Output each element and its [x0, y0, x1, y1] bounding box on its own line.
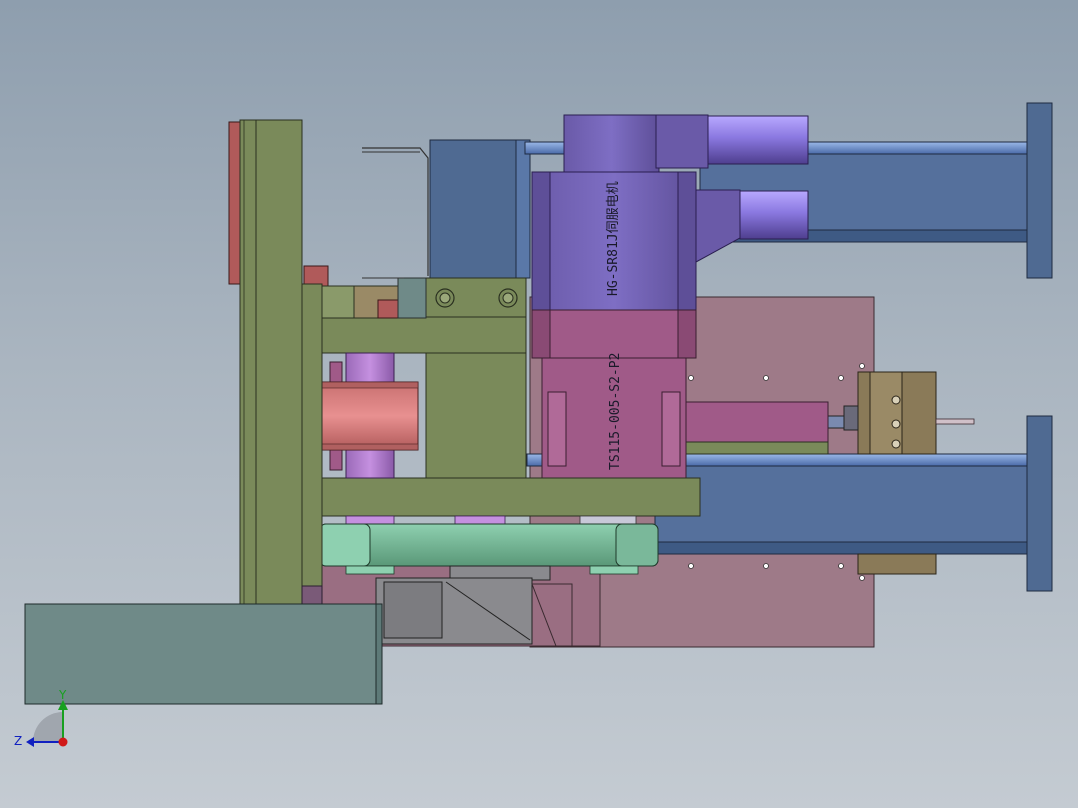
reducer-label: TS115-005-S2-P2: [608, 353, 623, 470]
roller: [321, 352, 419, 479]
cad-scene: HG-SR81J伺服电机 TS115-005-S2-P2 Y Z: [14, 102, 1053, 748]
axis-z-label: Z: [14, 734, 22, 748]
motor-label: HG-SR81J伺服电机: [606, 181, 621, 296]
base-block: [24, 603, 383, 705]
left-rail: [228, 119, 323, 607]
axis-y-label: Y: [58, 688, 67, 702]
small-parts: [303, 147, 429, 319]
reducer: TS115-005-S2-P2: [531, 309, 697, 481]
shaft-housing: [685, 401, 829, 455]
belt-drive: [319, 515, 659, 575]
upper-cylinder: [429, 102, 1053, 279]
